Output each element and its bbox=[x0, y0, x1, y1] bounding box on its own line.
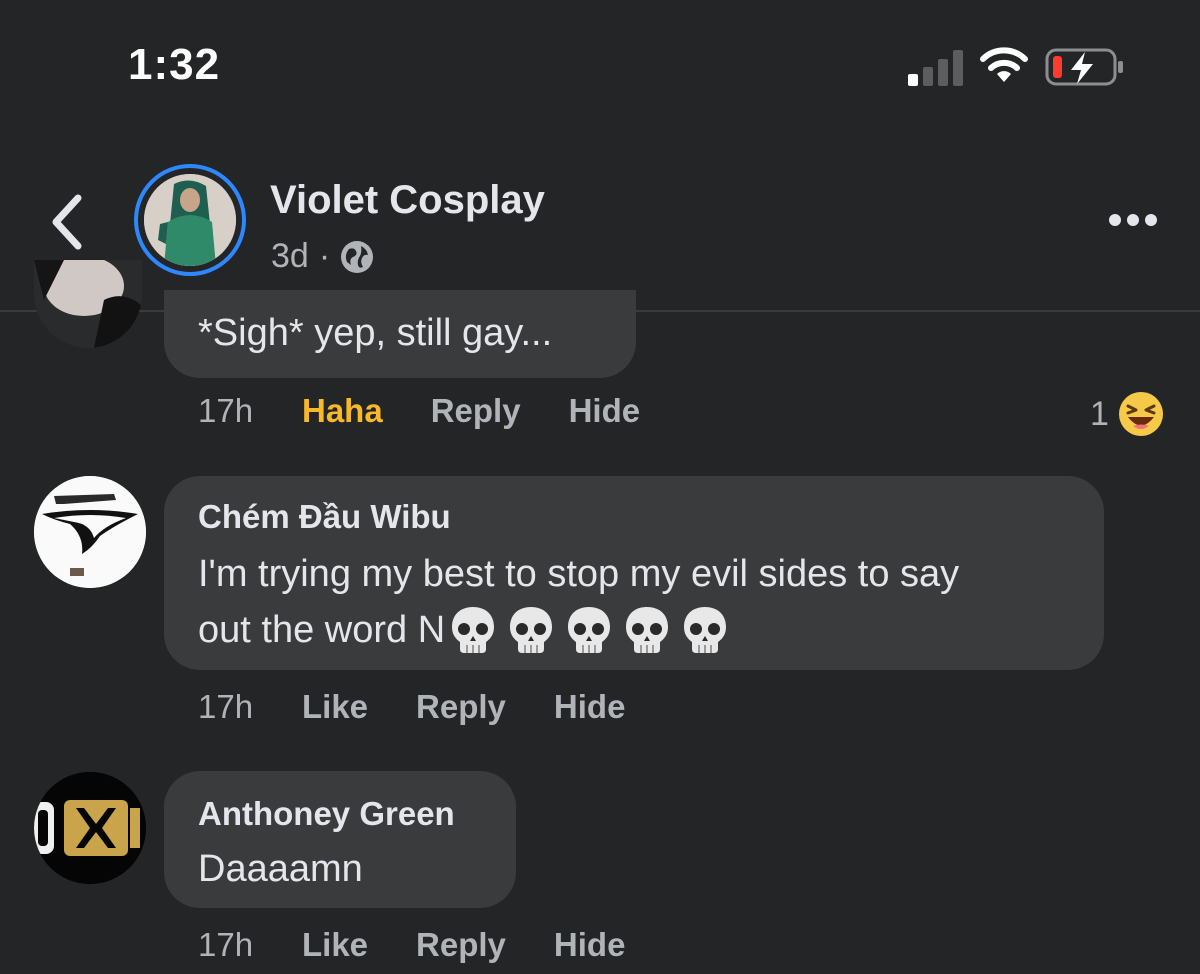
reply-button[interactable]: Reply bbox=[431, 392, 521, 430]
status-bar: 1:32 bbox=[0, 0, 1200, 130]
comment-bubble[interactable]: Chém Đầu Wibu I'm trying my best to stop… bbox=[164, 476, 1104, 670]
hide-button[interactable]: Hide bbox=[569, 392, 641, 430]
wifi-icon bbox=[980, 47, 1028, 82]
comment-actions: 17h Like Reply Hide bbox=[198, 926, 673, 964]
like-button[interactable]: Like bbox=[302, 688, 368, 726]
hide-button[interactable]: Hide bbox=[554, 688, 626, 726]
cellular-signal-icon bbox=[908, 50, 963, 86]
comment-text-line-1: I'm trying my best to stop my evil sides… bbox=[198, 553, 960, 595]
page-name[interactable]: Violet Cosplay bbox=[270, 178, 545, 223]
skull-emoji-icon bbox=[568, 607, 611, 653]
hide-button[interactable]: Hide bbox=[554, 926, 626, 964]
back-icon[interactable] bbox=[44, 192, 88, 252]
reply-button[interactable]: Reply bbox=[416, 926, 506, 964]
post-age: 3d bbox=[271, 237, 309, 275]
reaction-summary[interactable]: 1 bbox=[1090, 390, 1165, 438]
page-avatar[interactable] bbox=[134, 164, 246, 276]
comment-bubble[interactable]: *Sigh* yep, still gay... bbox=[164, 290, 636, 378]
commenter-avatar[interactable] bbox=[34, 772, 146, 884]
commenter-avatar[interactable] bbox=[34, 260, 142, 348]
skull-emoji-icon bbox=[452, 607, 495, 653]
like-button[interactable]: Like bbox=[302, 926, 368, 964]
emoji-row bbox=[449, 605, 739, 655]
status-time: 1:32 bbox=[128, 40, 221, 89]
comment-actions: 17h Like Reply Hide bbox=[198, 688, 673, 726]
reply-button[interactable]: Reply bbox=[416, 688, 506, 726]
page-avatar-image bbox=[144, 174, 236, 266]
comment-timestamp: 17h bbox=[198, 688, 254, 725]
comment-text: Daaaamn bbox=[198, 848, 363, 890]
skull-emoji-icon bbox=[684, 607, 727, 653]
skull-emoji-icon bbox=[510, 607, 553, 653]
meta-separator: · bbox=[318, 237, 331, 275]
comment-actions: 17h Haha Reply Hide bbox=[198, 392, 688, 430]
battery-charging-icon bbox=[1045, 48, 1123, 86]
post-meta: 3d · bbox=[271, 237, 374, 276]
haha-reaction-button[interactable]: Haha bbox=[302, 392, 383, 430]
comment-text-line-2-row: out the word N bbox=[198, 602, 739, 658]
comment-author[interactable]: Chém Đầu Wibu bbox=[198, 498, 451, 536]
more-options-icon[interactable] bbox=[1108, 210, 1158, 230]
reaction-count: 1 bbox=[1090, 394, 1109, 433]
comment-text: *Sigh* yep, still gay... bbox=[198, 312, 553, 354]
comment-text-line-2: out the word N bbox=[198, 609, 446, 651]
comment-bubble[interactable]: Anthoney Green Daaaamn bbox=[164, 771, 516, 908]
globe-icon bbox=[341, 240, 374, 273]
comment-author[interactable]: Anthoney Green bbox=[198, 795, 455, 833]
comment-timestamp: 17h bbox=[198, 926, 254, 963]
haha-emoji-icon bbox=[1118, 392, 1163, 436]
commenter-avatar[interactable] bbox=[34, 476, 146, 588]
skull-emoji-icon bbox=[626, 607, 669, 653]
comment-timestamp: 17h bbox=[198, 392, 254, 429]
